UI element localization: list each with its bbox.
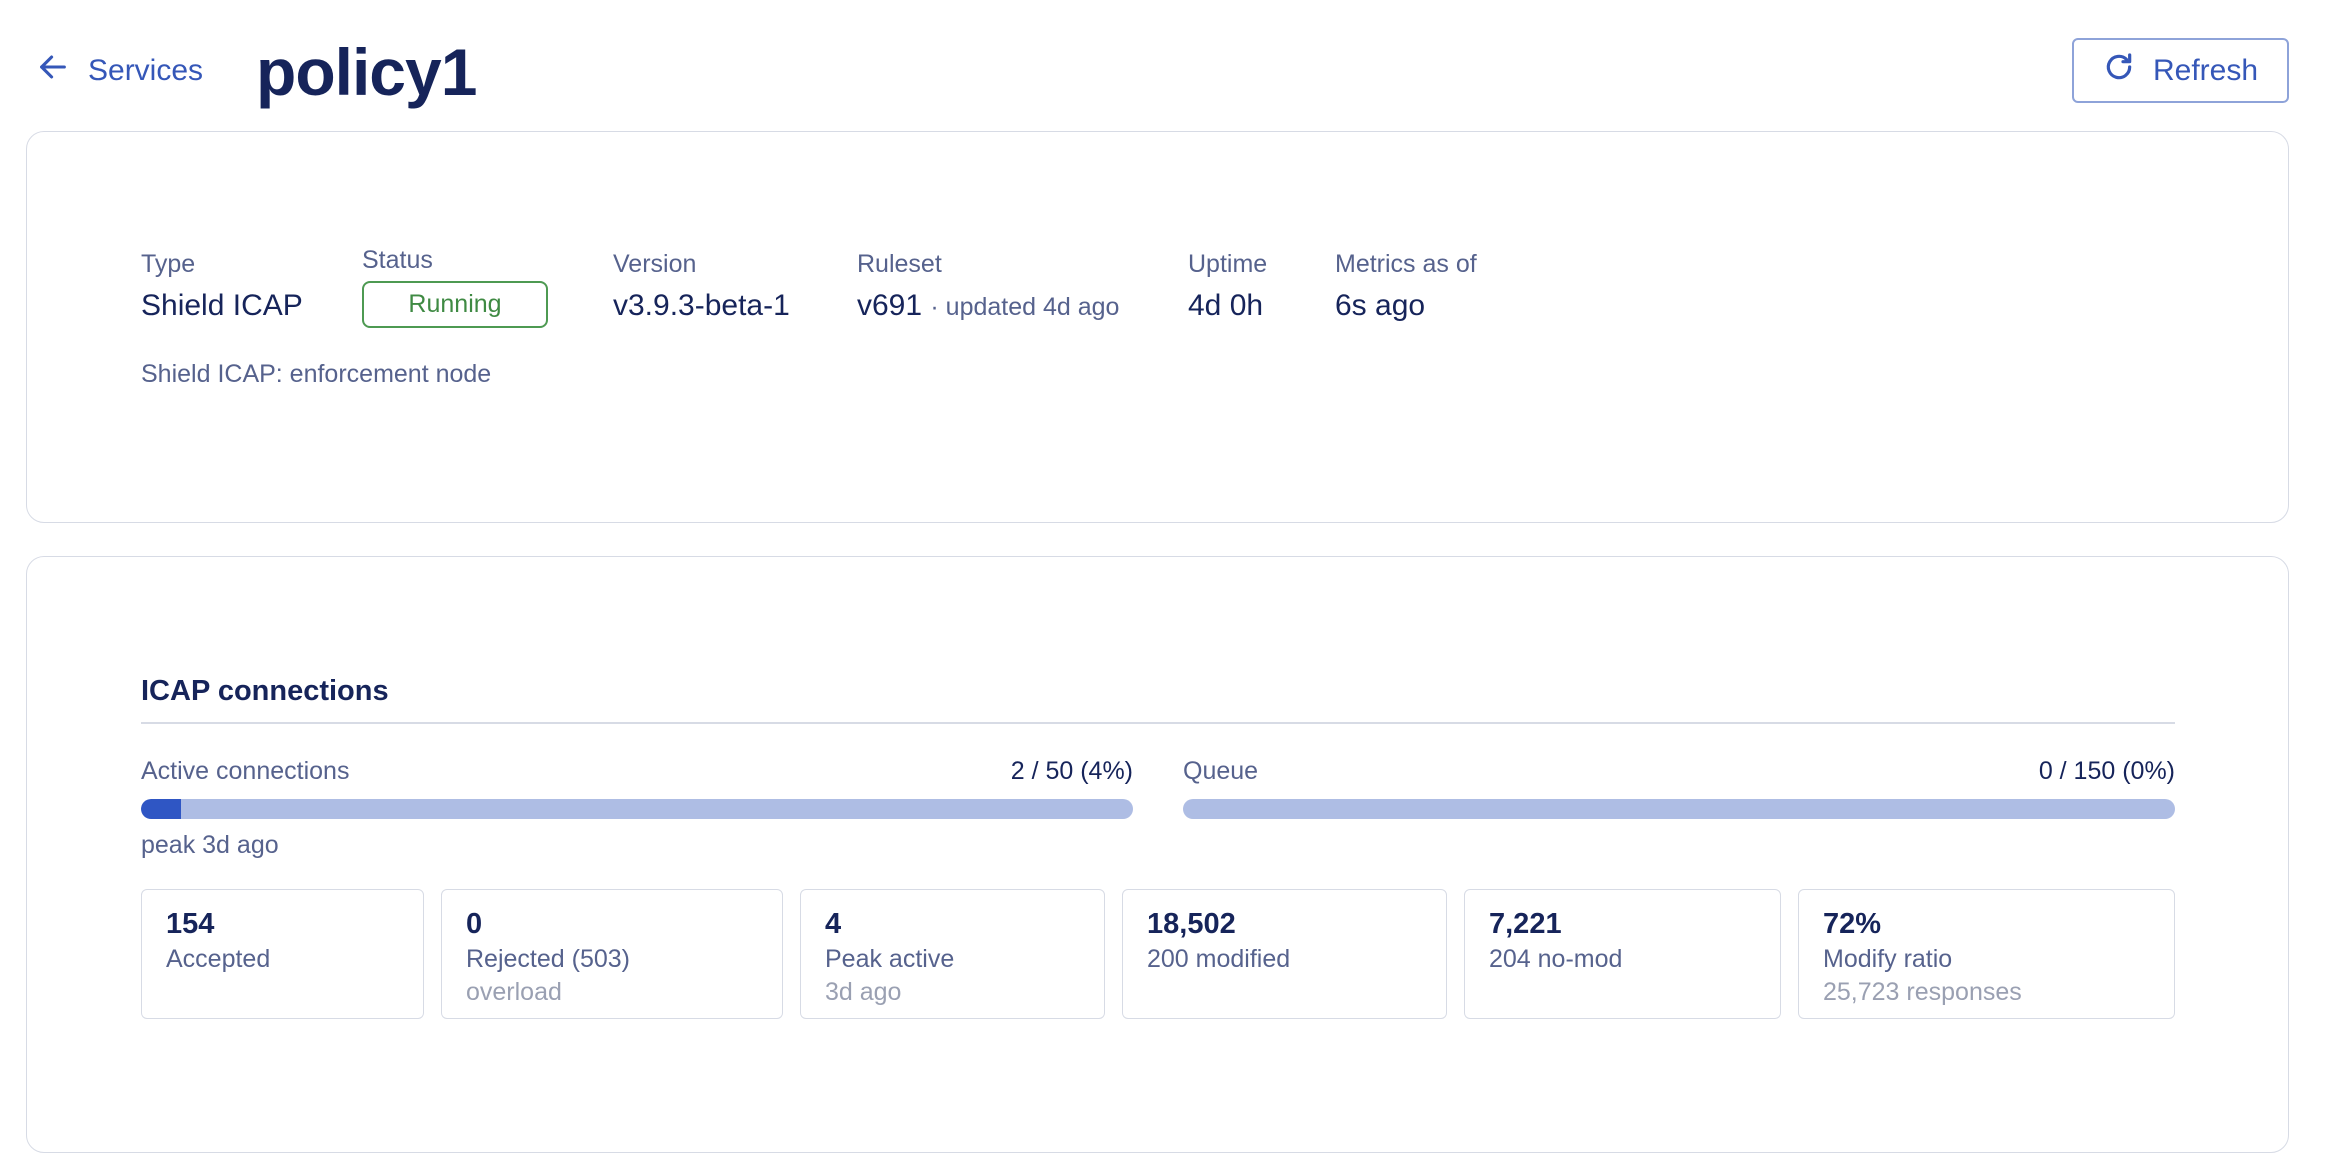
type-label: Type xyxy=(141,250,196,278)
uptime-field: Uptime 4d 0h xyxy=(1188,250,1267,323)
stat-label: Accepted xyxy=(166,945,271,973)
stat-sub: 25,723 responses xyxy=(1823,978,2022,1006)
stat-label: Peak active xyxy=(825,945,955,973)
back-link-label: Services xyxy=(88,54,204,87)
status-badge: Running xyxy=(362,281,548,328)
type-field: Type Shield ICAP xyxy=(141,250,303,323)
service-description: Shield ICAP: enforcement node xyxy=(141,360,492,388)
version-field: Version v3.9.3-beta-1 xyxy=(613,250,790,323)
version-label: Version xyxy=(613,250,697,278)
active-connections-value: 2 / 50 (4%) xyxy=(1010,757,1133,785)
active-connections-label: Active connections xyxy=(141,757,350,785)
ruleset-version: v691 xyxy=(857,289,923,322)
active-connections-bar xyxy=(141,799,1133,819)
refresh-button-label: Refresh xyxy=(2152,53,2259,87)
back-to-services-link[interactable]: Services xyxy=(36,48,203,94)
ruleset-field: Ruleset v691 · updated 4d ago xyxy=(857,250,1119,323)
status-label: Status xyxy=(362,246,433,274)
stat-200-modified: 18,502 200 modified xyxy=(1122,889,1447,1019)
stat-label: Rejected (503) xyxy=(466,945,630,973)
queue-label: Queue xyxy=(1183,757,1259,785)
stat-value: 154 xyxy=(166,908,215,940)
stat-sub: overload xyxy=(466,978,562,1006)
stat-label: 200 modified xyxy=(1147,945,1291,973)
stat-modify-ratio: 72% Modify ratio 25,723 responses xyxy=(1798,889,2175,1019)
stat-value: 72% xyxy=(1823,908,1882,940)
type-value: Shield ICAP xyxy=(141,289,303,322)
stat-value: 18,502 xyxy=(1147,908,1236,940)
uptime-value: 4d 0h xyxy=(1188,289,1264,322)
ruleset-label: Ruleset xyxy=(857,250,942,278)
status-field: Status Running xyxy=(362,246,548,328)
stat-accepted: 154 Accepted xyxy=(141,889,424,1019)
metrics-field: Metrics as of 6s ago xyxy=(1335,250,1477,323)
stat-value: 4 xyxy=(825,908,842,940)
section-divider xyxy=(141,722,2175,724)
queue-value: 0 / 150 (0%) xyxy=(2038,757,2175,785)
queue-meter: Queue 0 / 150 (0%) xyxy=(1183,757,2175,819)
section-title: ICAP connections xyxy=(141,675,389,707)
queue-bar xyxy=(1183,799,2175,819)
arrow-left-icon xyxy=(36,50,70,92)
icap-connections-card: ICAP connections Active connections 2 / … xyxy=(26,556,2289,1153)
stat-label: 204 no-mod xyxy=(1489,945,1623,973)
stat-sub: 3d ago xyxy=(825,978,902,1006)
refresh-button[interactable]: Refresh xyxy=(2072,38,2289,103)
service-info-card: Type Shield ICAP Status Running Version … xyxy=(26,131,2289,523)
refresh-icon xyxy=(2103,51,2135,91)
metrics-value: 6s ago xyxy=(1335,289,1426,322)
ruleset-value: v691 · updated 4d ago xyxy=(857,289,1119,323)
active-connections-meter: Active connections 2 / 50 (4%) peak 3d a… xyxy=(141,757,1133,860)
ruleset-updated: · updated 4d ago xyxy=(930,293,1120,321)
active-connections-peak-note: peak 3d ago xyxy=(141,831,279,859)
active-connections-bar-fill xyxy=(141,799,181,819)
version-value: v3.9.3-beta-1 xyxy=(613,289,790,322)
page-title: policy1 xyxy=(256,35,477,109)
stat-value: 0 xyxy=(466,908,483,940)
service-detail-page: Services policy1 Refresh Type Shield ICA… xyxy=(0,0,2340,1156)
stat-rejected: 0 Rejected (503) overload xyxy=(441,889,783,1019)
metrics-label: Metrics as of xyxy=(1335,250,1477,278)
stat-204-no-mod: 7,221 204 no-mod xyxy=(1464,889,1781,1019)
stat-peak-active: 4 Peak active 3d ago xyxy=(800,889,1105,1019)
page-header: Services policy1 Refresh xyxy=(0,0,2340,130)
uptime-label: Uptime xyxy=(1188,250,1268,278)
stat-label: Modify ratio xyxy=(1823,945,1953,973)
stat-value: 7,221 xyxy=(1489,908,1562,940)
